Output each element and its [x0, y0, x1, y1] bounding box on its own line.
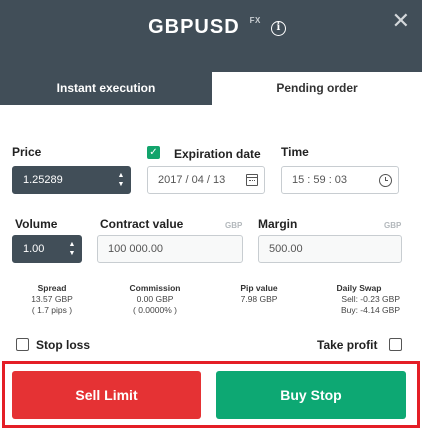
commission-percent: ( 0.0000% ) [133, 305, 177, 315]
daily-swap-label: Daily Swap [336, 283, 382, 293]
pip-value-stat: Pip value 7.98 GBP [222, 283, 296, 305]
instrument-type: FX [249, 16, 261, 25]
margin-currency: GBP [384, 221, 402, 230]
expiration-checkbox[interactable]: ✓ [147, 146, 160, 159]
spread-stat: Spread 13.57 GBP ( 1.7 pips ) [12, 283, 92, 316]
info-icon[interactable]: i [270, 21, 286, 36]
time-value: 15 : 59 : 03 [292, 174, 348, 186]
contract-value-label: Contract value [100, 217, 184, 231]
tab-pending-order[interactable]: Pending order [212, 72, 422, 105]
volume-input[interactable]: 1.00 ▲ ▼ [12, 235, 82, 263]
contract-value-field: 100 000.00 [97, 235, 243, 263]
daily-swap-sell: Sell: -0.23 GBP [341, 294, 400, 304]
arrow-up-icon[interactable]: ▲ [67, 240, 77, 249]
spread-label: Spread [37, 283, 67, 293]
stop-loss-label: Stop loss [36, 338, 91, 352]
sell-limit-button[interactable]: Sell Limit [12, 371, 201, 419]
pip-value-amount: 7.98 GBP [240, 294, 278, 304]
margin-field: 500.00 [258, 235, 402, 263]
margin-label: Margin [258, 217, 298, 231]
volume-value: 1.00 [23, 243, 45, 255]
commission-value: 0.00 GBP [136, 294, 174, 304]
volume-label: Volume [15, 217, 58, 231]
commission-stat: Commission 0.00 GBP ( 0.0000% ) [113, 283, 197, 316]
price-stepper[interactable]: ▲ ▼ [116, 171, 126, 189]
spread-value: 13.57 GBP [31, 294, 73, 304]
time-label: Time [281, 145, 309, 159]
price-input[interactable]: 1.25289 ▲ ▼ [12, 166, 131, 194]
stop-loss-checkbox[interactable] [16, 338, 29, 351]
contract-value-currency: GBP [225, 221, 243, 230]
tab-instant-execution[interactable]: Instant execution [0, 72, 212, 105]
symbol-name: GBPUSD [148, 16, 240, 39]
volume-stepper[interactable]: ▲ ▼ [67, 240, 77, 258]
price-label: Price [12, 145, 42, 159]
close-icon[interactable]: ✕ [392, 10, 410, 32]
contract-value-amount: 100 000.00 [108, 243, 164, 255]
margin-amount: 500.00 [269, 243, 303, 255]
clock-icon[interactable] [379, 174, 392, 187]
calendar-icon[interactable] [246, 174, 258, 186]
expiration-date-input[interactable]: 2017 / 04 / 13 [147, 166, 265, 194]
take-profit-label: Take profit [317, 338, 378, 352]
daily-swap-buy: Buy: -4.14 GBP [340, 305, 400, 315]
expiration-label: Expiration date [174, 147, 261, 161]
pip-value-label: Pip value [240, 283, 278, 293]
expiration-date-value: 2017 / 04 / 13 [158, 174, 226, 186]
arrow-up-icon[interactable]: ▲ [116, 171, 126, 180]
arrow-down-icon[interactable]: ▼ [116, 180, 126, 189]
time-input[interactable]: 15 : 59 : 03 [281, 166, 399, 194]
commission-label: Commission [129, 283, 181, 293]
price-value: 1.25289 [23, 174, 63, 186]
spread-pips: ( 1.7 pips ) [31, 305, 73, 315]
dialog-title: GBPUSD FX i [0, 16, 422, 39]
take-profit-checkbox[interactable] [389, 338, 402, 351]
buy-stop-button[interactable]: Buy Stop [216, 371, 406, 419]
daily-swap-stat: Daily Swap Sell: -0.23 GBP Buy: -4.14 GB… [310, 283, 400, 316]
arrow-down-icon[interactable]: ▼ [67, 249, 77, 258]
